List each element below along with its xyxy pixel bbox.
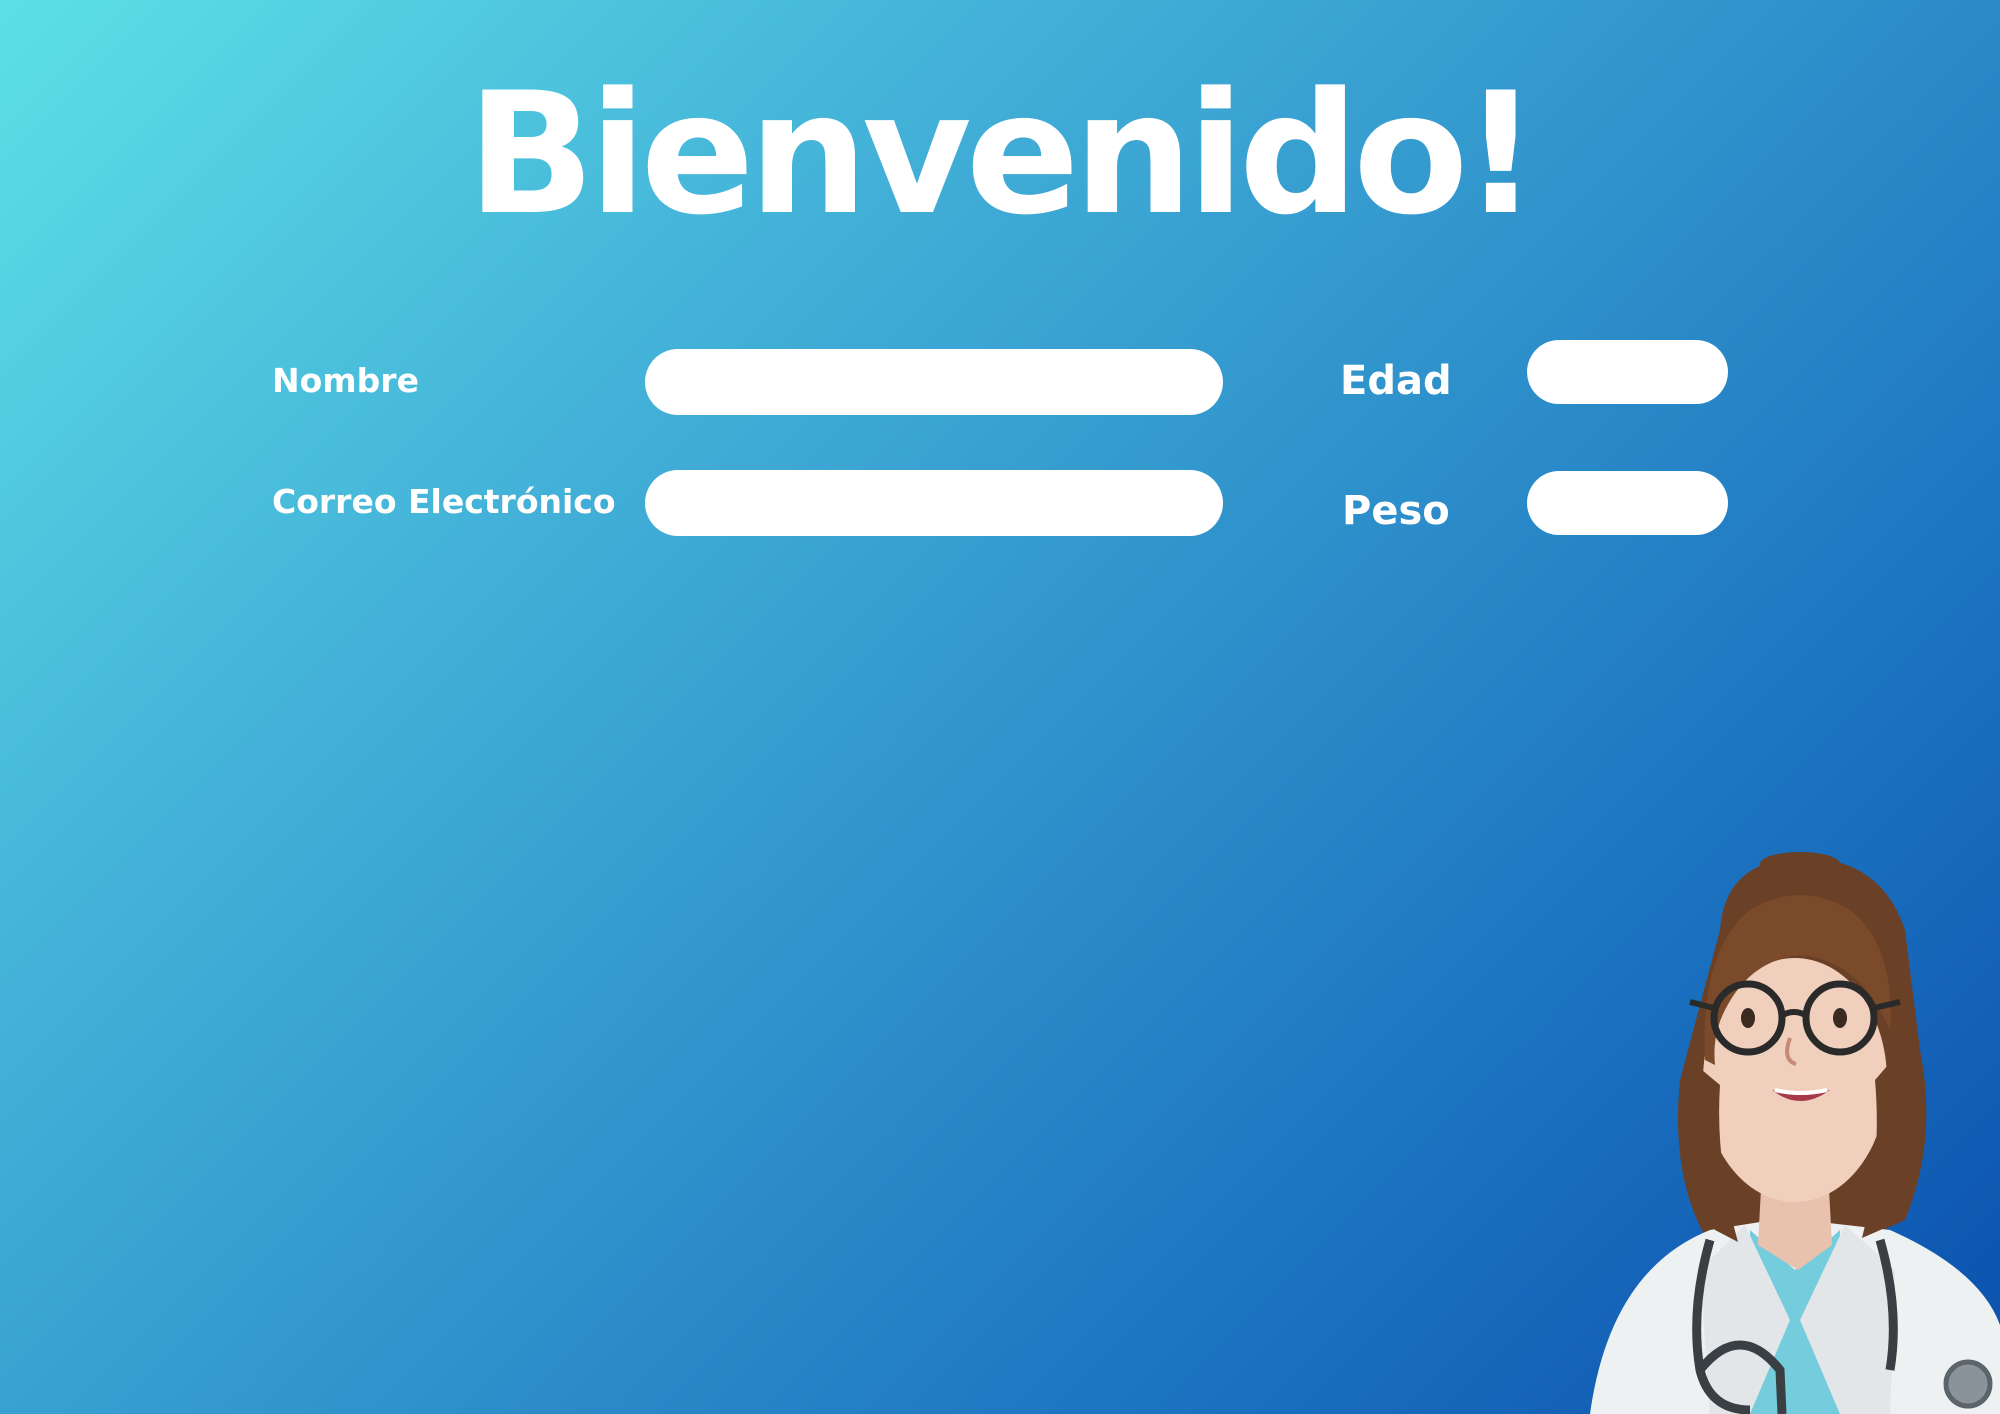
weight-label: Peso: [1342, 488, 1450, 534]
age-input[interactable]: [1527, 340, 1728, 404]
name-label: Nombre: [272, 361, 419, 400]
doctor-avatar-icon: [1590, 852, 2000, 1414]
page-title: Bienvenido!: [466, 56, 1539, 252]
weight-input[interactable]: [1527, 471, 1728, 535]
welcome-screen: Bienvenido! Nombre Correo Electrónico Ed…: [0, 0, 2000, 1414]
email-label: Correo Electrónico: [272, 482, 616, 521]
age-label: Edad: [1340, 358, 1452, 404]
email-input[interactable]: [645, 470, 1223, 536]
name-input[interactable]: [645, 349, 1223, 415]
